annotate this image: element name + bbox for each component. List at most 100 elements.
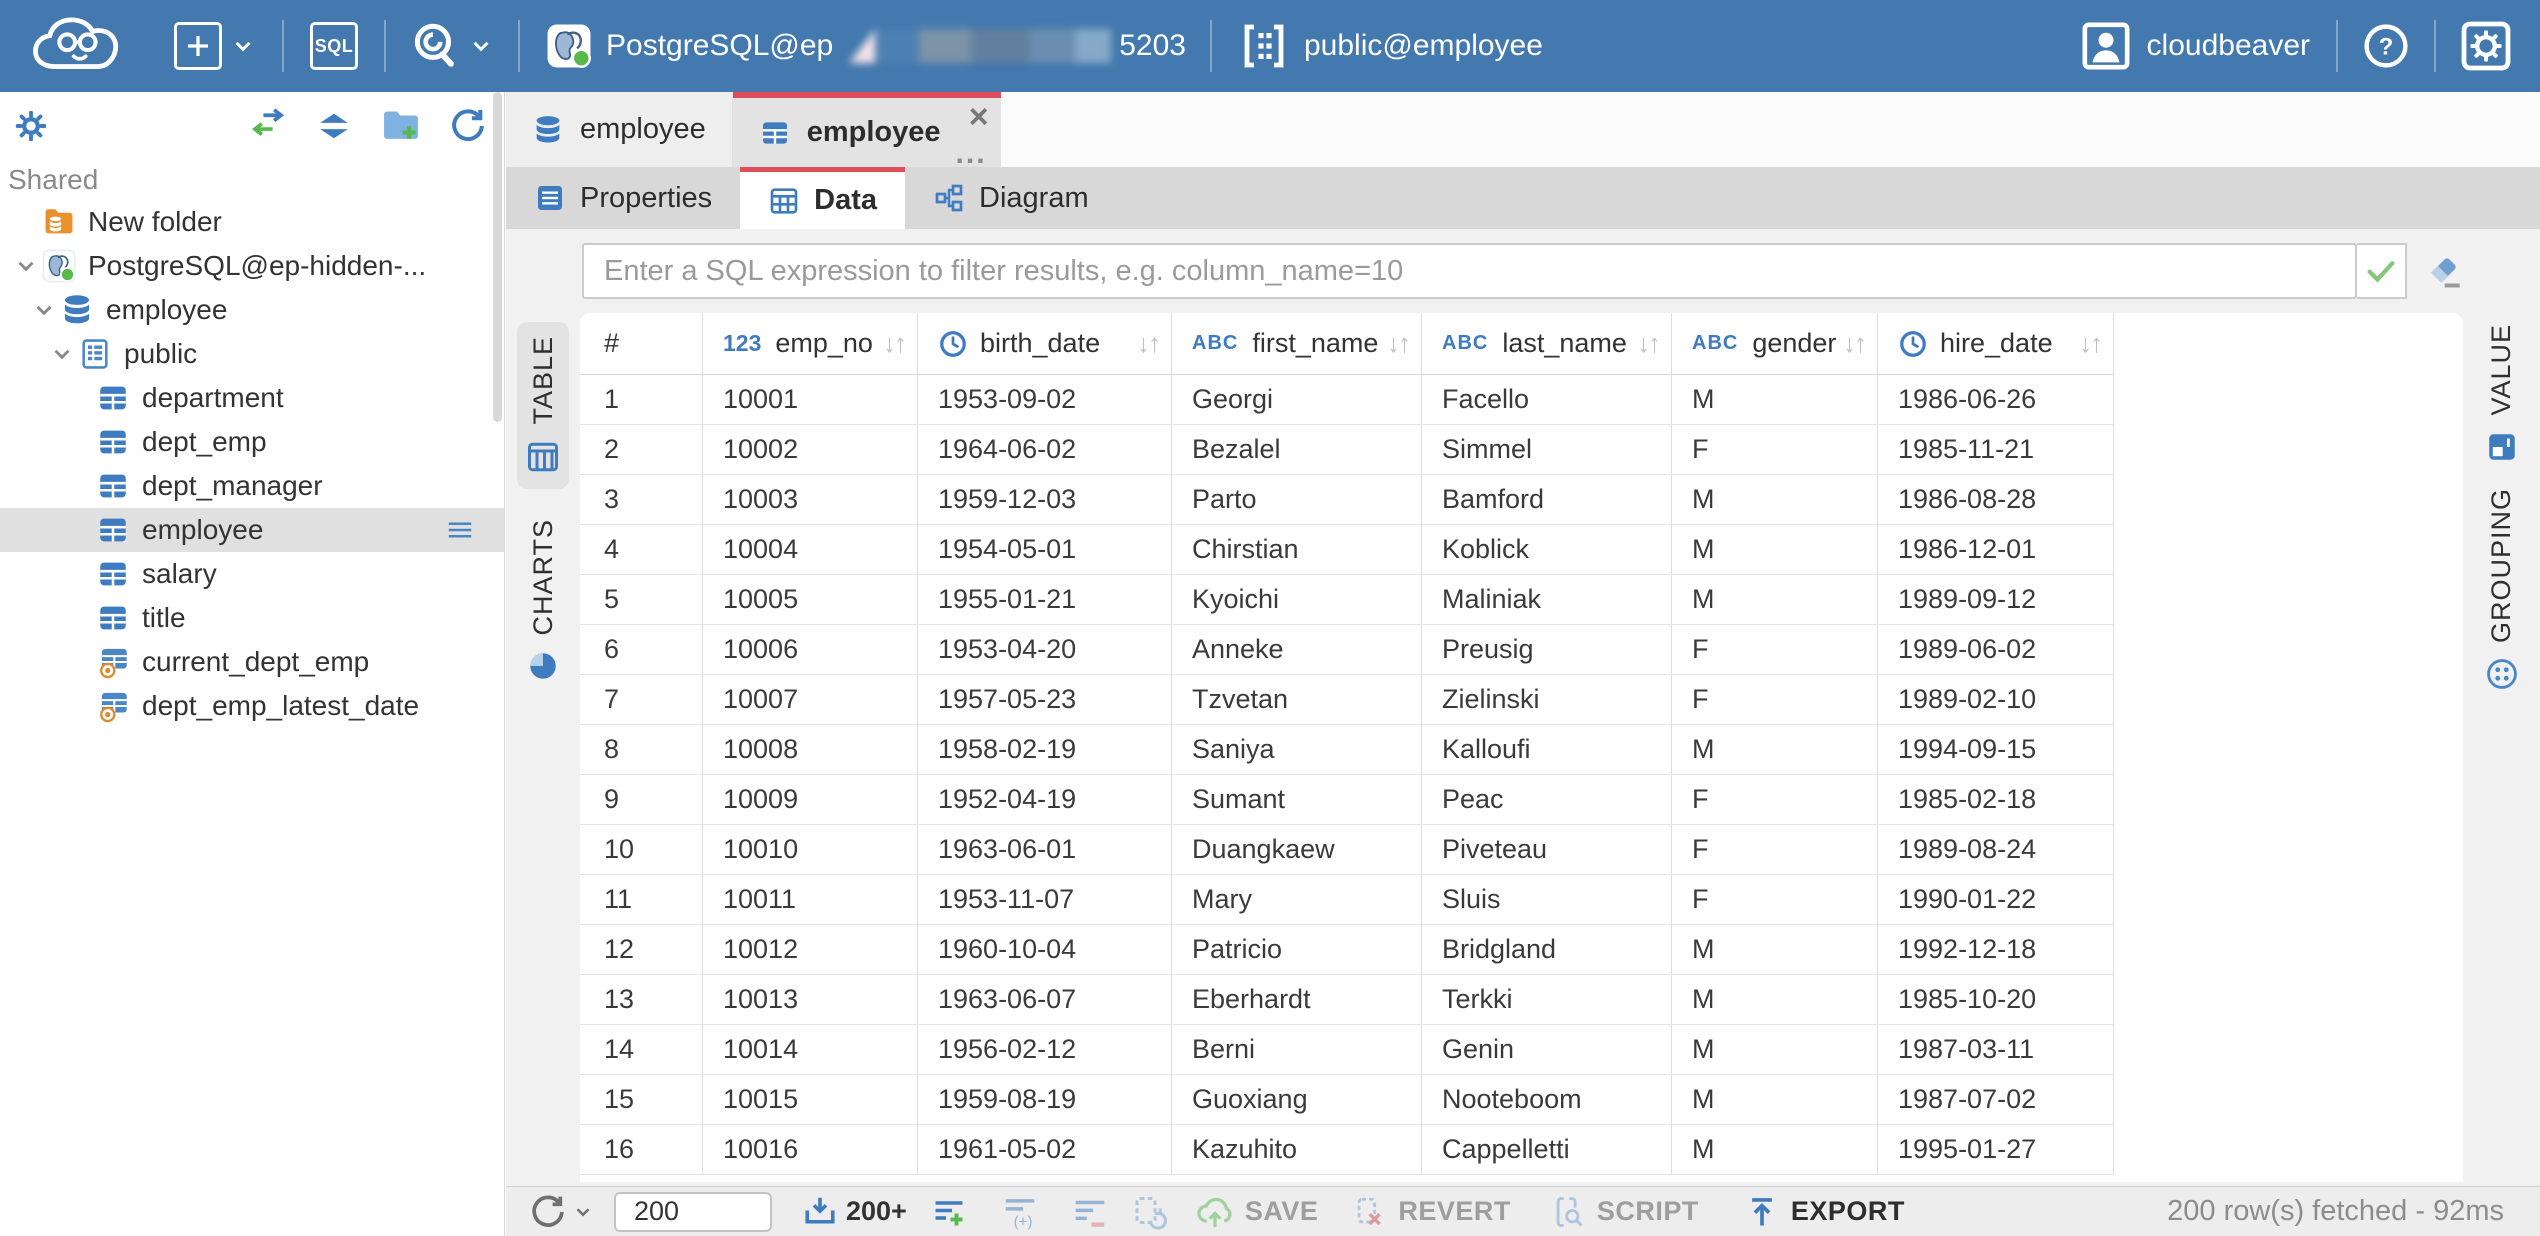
cell-last-name[interactable]: Maliniak	[1422, 575, 1672, 625]
cell-emp-no[interactable]: 10014	[703, 1025, 918, 1075]
row-number-cell[interactable]: 12	[580, 925, 703, 975]
cell-emp-no[interactable]: 10008	[703, 725, 918, 775]
row-number-cell[interactable]: 6	[580, 625, 703, 675]
cell-gender[interactable]: M	[1672, 1075, 1878, 1125]
settings-button[interactable]	[2460, 20, 2512, 72]
driver-tools-button[interactable]	[408, 19, 494, 73]
sort-icon[interactable]: ↓↑	[1843, 328, 1877, 359]
cell-emp-no[interactable]: 10011	[703, 875, 918, 925]
cell-first-name[interactable]: Anneke	[1172, 625, 1422, 675]
cell-hire-date[interactable]: 1994-09-15	[1878, 725, 2114, 775]
cell-gender[interactable]: M	[1672, 925, 1878, 975]
cell-birth-date[interactable]: 1963-06-01	[918, 825, 1172, 875]
item-menu-icon[interactable]	[444, 515, 476, 545]
add-row-button[interactable]	[931, 1194, 967, 1230]
delete-row-button[interactable]	[1071, 1193, 1109, 1231]
cell-emp-no[interactable]: 10012	[703, 925, 918, 975]
cell-gender[interactable]: M	[1672, 525, 1878, 575]
cell-last-name[interactable]: Peac	[1422, 775, 1672, 825]
cell-birth-date[interactable]: 1954-05-01	[918, 525, 1172, 575]
row-number-cell[interactable]: 9	[580, 775, 703, 825]
row-number-cell[interactable]: 14	[580, 1025, 703, 1075]
cell-emp-no[interactable]: 10002	[703, 425, 918, 475]
cell-last-name[interactable]: Preusig	[1422, 625, 1672, 675]
cell-gender[interactable]: F	[1672, 425, 1878, 475]
tree-item[interactable]: salary	[0, 552, 504, 596]
row-number-cell[interactable]: 5	[580, 575, 703, 625]
tree-item[interactable]: New folder	[0, 200, 504, 244]
schema-selector[interactable]: public@employee	[1238, 20, 1543, 72]
tab-employee-table[interactable]: employee × ...	[733, 92, 1001, 167]
tree-item[interactable]: department	[0, 376, 504, 420]
column-header-gender[interactable]: ABCgender↓↑	[1672, 313, 1878, 375]
cell-first-name[interactable]: Mary	[1172, 875, 1422, 925]
cell-birth-date[interactable]: 1960-10-04	[918, 925, 1172, 975]
sort-icon[interactable]: ↓↑	[883, 328, 917, 359]
export-button[interactable]: EXPORT	[1745, 1195, 1905, 1229]
sort-icon[interactable]: ↓↑	[1387, 328, 1421, 359]
new-object-button[interactable]	[174, 22, 256, 70]
tree-item[interactable]: employee	[0, 288, 504, 332]
row-number-cell[interactable]: 2	[580, 425, 703, 475]
cell-last-name[interactable]: Nooteboom	[1422, 1075, 1672, 1125]
cell-gender[interactable]: M	[1672, 975, 1878, 1025]
cell-emp-no[interactable]: 10003	[703, 475, 918, 525]
cell-last-name[interactable]: Piveteau	[1422, 825, 1672, 875]
cell-birth-date[interactable]: 1959-08-19	[918, 1075, 1172, 1125]
column-header-hire_date[interactable]: hire_date↓↑	[1878, 313, 2114, 375]
cell-gender[interactable]: F	[1672, 625, 1878, 675]
revert-button[interactable]: REVERT	[1352, 1195, 1511, 1229]
tree-item[interactable]: PostgreSQL@ep-hidden-...	[0, 244, 504, 288]
row-limit-input[interactable]	[614, 1192, 772, 1232]
apply-filter-button[interactable]	[2357, 243, 2407, 299]
tree-item[interactable]: employee	[0, 508, 504, 552]
row-number-cell[interactable]: 8	[580, 725, 703, 775]
cell-hire-date[interactable]: 1989-09-12	[1878, 575, 2114, 625]
tab-more-icon[interactable]: ...	[956, 141, 987, 167]
cell-last-name[interactable]: Zielinski	[1422, 675, 1672, 725]
connection-selector[interactable]: PostgreSQL@ep 5203	[546, 23, 1186, 69]
clear-filter-button[interactable]	[2423, 251, 2463, 291]
cell-last-name[interactable]: Sluis	[1422, 875, 1672, 925]
tab-charts-presentation[interactable]: CHARTS	[518, 505, 568, 698]
cell-first-name[interactable]: Patricio	[1172, 925, 1422, 975]
cell-birth-date[interactable]: 1953-09-02	[918, 375, 1172, 425]
cell-gender[interactable]: F	[1672, 675, 1878, 725]
help-button[interactable]: ?	[2362, 22, 2410, 70]
column-header-birth_date[interactable]: birth_date↓↑	[918, 313, 1172, 375]
cell-first-name[interactable]: Chirstian	[1172, 525, 1422, 575]
cell-birth-date[interactable]: 1961-05-02	[918, 1125, 1172, 1175]
cell-hire-date[interactable]: 1986-08-28	[1878, 475, 2114, 525]
cell-last-name[interactable]: Cappelletti	[1422, 1125, 1672, 1175]
sql-editor-button[interactable]: SQL	[310, 22, 358, 70]
cell-hire-date[interactable]: 1985-11-21	[1878, 425, 2114, 475]
user-menu[interactable]: cloudbeaver	[2081, 21, 2310, 71]
column-header-last_name[interactable]: ABClast_name↓↑	[1422, 313, 1672, 375]
tree-item[interactable]: public	[0, 332, 504, 376]
cell-emp-no[interactable]: 10006	[703, 625, 918, 675]
tab-diagram[interactable]: Diagram	[905, 167, 1117, 229]
cell-first-name[interactable]: Sumant	[1172, 775, 1422, 825]
duplicate-row-button[interactable]: (+)	[1001, 1193, 1039, 1231]
cell-last-name[interactable]: Facello	[1422, 375, 1672, 425]
cell-last-name[interactable]: Terkki	[1422, 975, 1672, 1025]
cell-gender[interactable]: M	[1672, 1025, 1878, 1075]
tree-item[interactable]: title	[0, 596, 504, 640]
cell-emp-no[interactable]: 10010	[703, 825, 918, 875]
sort-icon[interactable]: ↓↑	[1137, 328, 1171, 359]
cell-last-name[interactable]: Bridgland	[1422, 925, 1672, 975]
cell-hire-date[interactable]: 1995-01-27	[1878, 1125, 2114, 1175]
cell-first-name[interactable]: Guoxiang	[1172, 1075, 1422, 1125]
cell-gender[interactable]: M	[1672, 725, 1878, 775]
cell-birth-date[interactable]: 1952-04-19	[918, 775, 1172, 825]
cell-gender[interactable]: M	[1672, 575, 1878, 625]
cell-hire-date[interactable]: 1986-06-26	[1878, 375, 2114, 425]
cell-hire-date[interactable]: 1992-12-18	[1878, 925, 2114, 975]
cell-hire-date[interactable]: 1985-02-18	[1878, 775, 2114, 825]
cell-last-name[interactable]: Simmel	[1422, 425, 1672, 475]
cell-birth-date[interactable]: 1953-11-07	[918, 875, 1172, 925]
cell-first-name[interactable]: Kyoichi	[1172, 575, 1422, 625]
cell-birth-date[interactable]: 1956-02-12	[918, 1025, 1172, 1075]
navigator-settings-button[interactable]	[10, 105, 52, 147]
cell-first-name[interactable]: Kazuhito	[1172, 1125, 1422, 1175]
